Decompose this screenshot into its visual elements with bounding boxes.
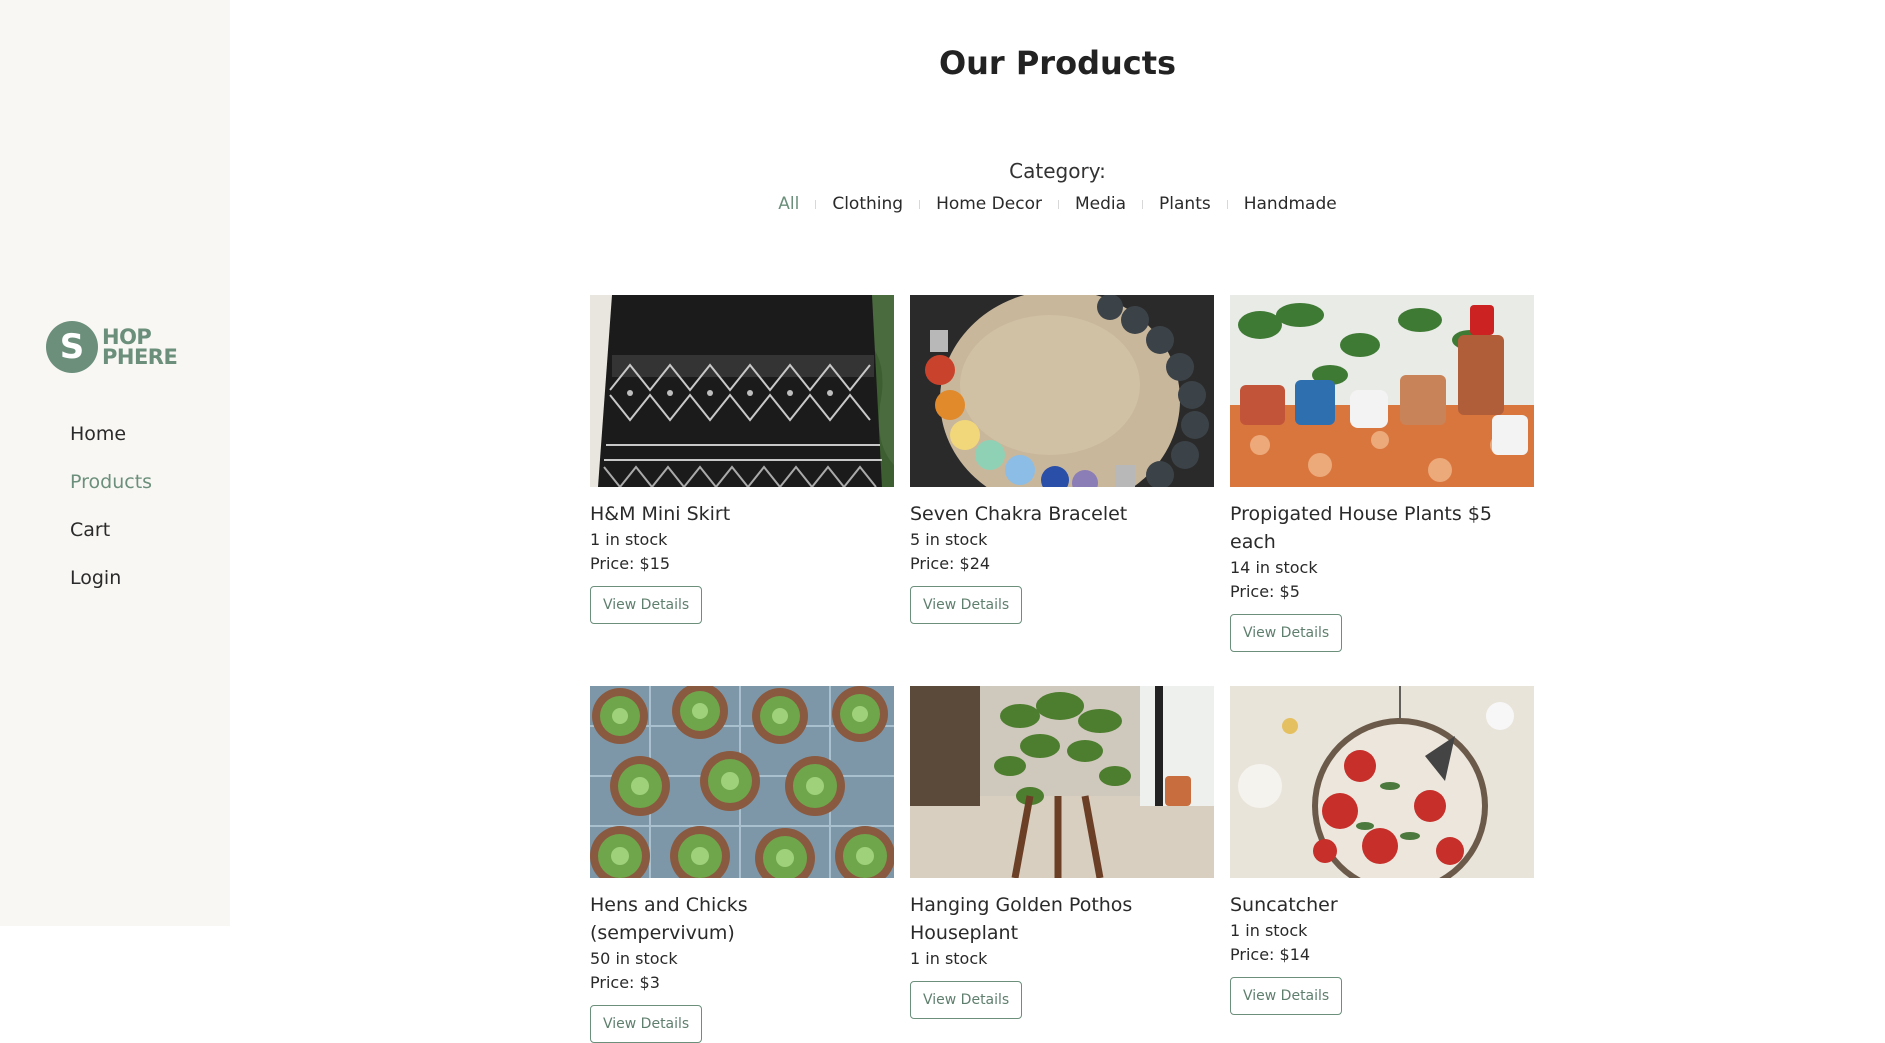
product-image[interactable] xyxy=(1230,295,1534,487)
product-image[interactable] xyxy=(590,686,894,878)
filter-divider xyxy=(815,199,817,209)
filter-divider xyxy=(1226,199,1228,209)
filter-home-decor[interactable]: Home Decor xyxy=(936,194,1042,214)
nav-item-home[interactable]: Home xyxy=(70,420,152,468)
product-image[interactable] xyxy=(590,295,894,487)
product-price: Price: $5 xyxy=(1230,582,1300,601)
product-stock: 14 in stock xyxy=(1230,558,1318,577)
view-details-button[interactable]: View Details xyxy=(590,586,703,624)
product-grid: H&M Mini Skirt 1 in stock Price: $15 Vie… xyxy=(590,295,1534,1043)
nav-item-cart[interactable]: Cart xyxy=(70,516,152,564)
product-price: Price: $14 xyxy=(1230,945,1311,964)
product-name: Hanging Golden Pothos Houseplant xyxy=(910,894,1133,944)
product-price: Price: $15 xyxy=(590,554,671,573)
product-name: Hens and Chicks (sempervivum) xyxy=(590,894,748,944)
product-name: Seven Chakra Bracelet xyxy=(910,503,1128,525)
filter-handmade[interactable]: Handmade xyxy=(1244,194,1337,214)
nav-item-products[interactable]: Products xyxy=(70,468,152,516)
filter-plants[interactable]: Plants xyxy=(1159,194,1211,214)
product-image[interactable] xyxy=(910,686,1214,878)
filter-divider xyxy=(1057,199,1059,209)
category-filters: All Clothing Home Decor Media Plants Han… xyxy=(230,194,1885,214)
product-name: H&M Mini Skirt xyxy=(590,503,731,525)
product-price: Price: $3 xyxy=(590,973,660,992)
filter-divider xyxy=(919,199,921,209)
product-name: Propigated House Plants $5 each xyxy=(1230,503,1492,553)
view-details-button[interactable]: View Details xyxy=(910,981,1023,1019)
filter-media[interactable]: Media xyxy=(1075,194,1126,214)
product-image[interactable] xyxy=(1230,686,1534,878)
logo-line-1: HOP xyxy=(102,325,152,349)
logo-circle-icon: S xyxy=(46,321,98,373)
filter-clothing[interactable]: Clothing xyxy=(832,194,903,214)
succulents-photo xyxy=(590,686,894,878)
bracelet-photo xyxy=(910,295,1214,487)
page-title: Our Products xyxy=(938,44,1177,82)
product-card: H&M Mini Skirt 1 in stock Price: $15 Vie… xyxy=(590,295,894,652)
plants-photo xyxy=(1230,295,1534,487)
product-card: Hens and Chicks (sempervivum) 50 in stoc… xyxy=(590,686,894,1043)
product-name: Suncatcher xyxy=(1230,894,1338,916)
suncatcher-photo xyxy=(1230,686,1534,878)
view-details-button[interactable]: View Details xyxy=(1230,977,1343,1015)
product-card: Suncatcher 1 in stock Price: $14 View De… xyxy=(1230,686,1534,1043)
product-stock: 1 in stock xyxy=(1230,921,1308,940)
logo-line-2: PHERE xyxy=(102,345,178,369)
nav-item-login[interactable]: Login xyxy=(70,564,152,612)
main-content: Our Products Category: All Clothing Home… xyxy=(230,0,1885,1043)
filter-all[interactable]: All xyxy=(778,194,799,214)
skirt-photo xyxy=(590,295,894,487)
product-card: Propigated House Plants $5 each 14 in st… xyxy=(1230,295,1534,652)
view-details-button[interactable]: View Details xyxy=(590,1005,703,1043)
product-card: Seven Chakra Bracelet 5 in stock Price: … xyxy=(910,295,1214,652)
view-details-button[interactable]: View Details xyxy=(910,586,1023,624)
sidebar-nav: Home Products Cart Login xyxy=(70,420,152,612)
product-stock: 1 in stock xyxy=(590,530,668,549)
brand-logo[interactable]: S HOP PHERE xyxy=(46,321,178,373)
product-card: Hanging Golden Pothos Houseplant 1 in st… xyxy=(910,686,1214,1043)
view-details-button[interactable]: View Details xyxy=(1230,614,1343,652)
product-stock: 50 in stock xyxy=(590,949,678,968)
logo-wordmark: HOP PHERE xyxy=(102,325,178,369)
filter-divider xyxy=(1142,199,1144,209)
product-stock: 1 in stock xyxy=(910,949,988,968)
product-image[interactable] xyxy=(910,295,1214,487)
product-price: Price: $24 xyxy=(910,554,991,573)
product-stock: 5 in stock xyxy=(910,530,988,549)
pothos-photo xyxy=(910,686,1214,878)
category-label: Category: xyxy=(1009,159,1106,183)
sidebar: S HOP PHERE Home Products Cart Login xyxy=(0,0,230,926)
